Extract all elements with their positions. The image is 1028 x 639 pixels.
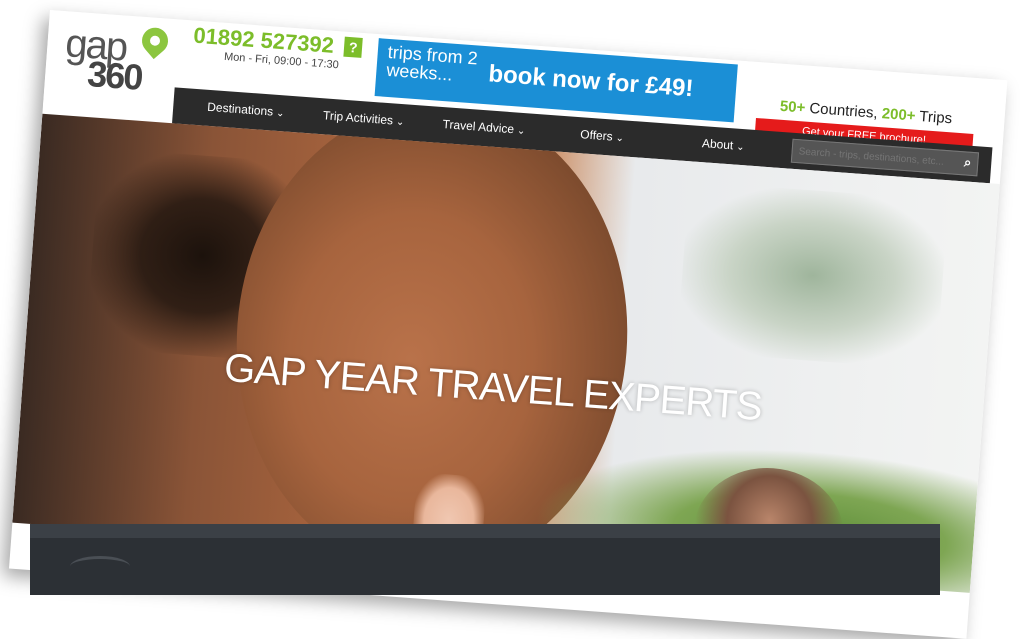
nav-label: About xyxy=(701,136,734,153)
nav-item-destinations[interactable]: Destinations ⌄ xyxy=(207,100,285,120)
nav-item-travel-advice[interactable]: Travel Advice ⌄ xyxy=(442,117,526,137)
hero-tree xyxy=(676,181,949,370)
map-pin-icon xyxy=(136,22,174,60)
nav-item-offers[interactable]: Offers ⌄ xyxy=(580,127,625,144)
promo-small-text: trips from 2 weeks... xyxy=(385,41,479,85)
nav-label: Trip Activities xyxy=(322,108,394,128)
logo-text-360: 360 xyxy=(85,52,143,98)
decorative-curve xyxy=(70,556,130,577)
promo-big-text: book now for £49! xyxy=(487,60,695,103)
search-input[interactable] xyxy=(791,139,956,174)
countries-label: Countries, xyxy=(804,99,883,123)
nav-label: Destinations xyxy=(206,99,274,119)
chevron-down-icon: ⌄ xyxy=(516,125,526,138)
chevron-down-icon: ⌄ xyxy=(275,107,285,120)
nav-item-about[interactable]: About ⌄ xyxy=(701,136,745,153)
phone-number[interactable]: 01892 527392 xyxy=(193,23,335,58)
nav-item-trip-activities[interactable]: Trip Activities ⌄ xyxy=(323,108,405,128)
trips-label: Trips xyxy=(914,107,953,128)
nav-label: Offers xyxy=(579,127,614,144)
chevron-down-icon: ⌄ xyxy=(615,132,625,145)
gap360-logo[interactable]: gap 360 xyxy=(62,21,177,99)
nav-label: Travel Advice xyxy=(442,117,515,137)
countries-count: 50+ xyxy=(779,97,806,117)
section-top-band xyxy=(30,524,940,538)
next-section-dark-band xyxy=(30,524,940,595)
hero-video: GAP YEAR TRAVEL EXPERTS xyxy=(12,113,1000,593)
help-icon[interactable]: ? xyxy=(343,36,363,58)
search-icon[interactable]: ⌕ xyxy=(963,155,971,170)
chevron-down-icon: ⌄ xyxy=(735,141,745,154)
chevron-down-icon: ⌄ xyxy=(395,116,405,129)
phone-contact: 01892 527392 ? Mon - Fri, 09:00 - 17:30 xyxy=(192,23,363,73)
trips-count: 200+ xyxy=(881,105,917,125)
